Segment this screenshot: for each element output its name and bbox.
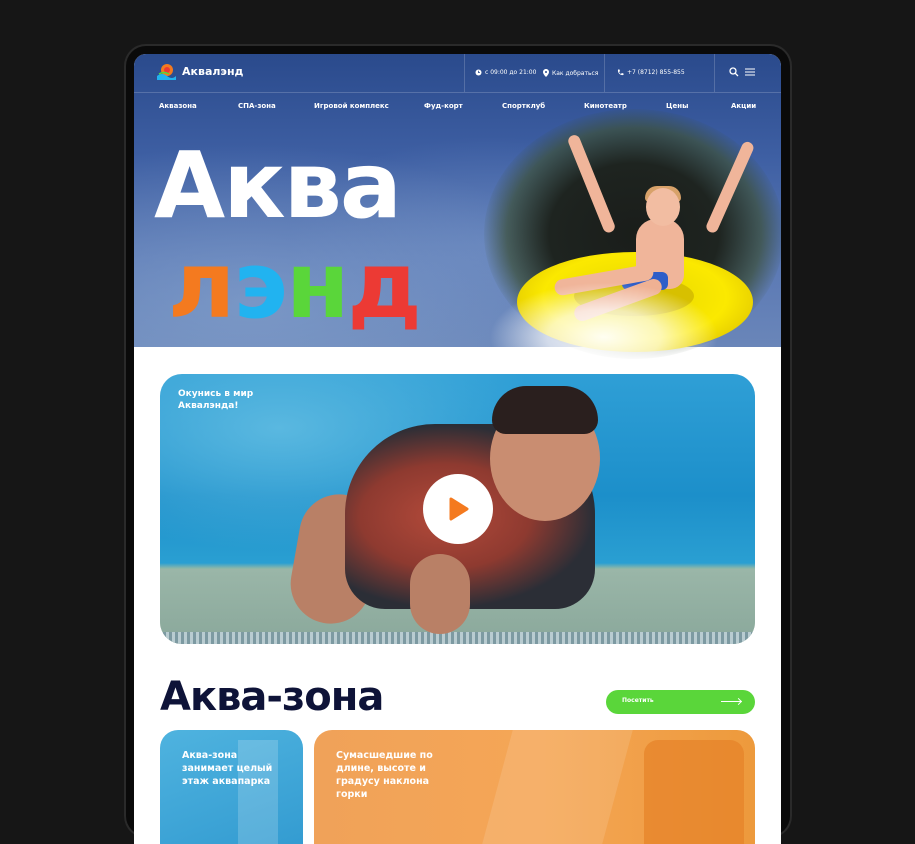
visit-button[interactable]: Посетить: [606, 690, 755, 714]
hero-letter: д: [347, 232, 422, 339]
video-caption: Окунись в мир Аквалэнда!: [178, 389, 254, 411]
brand-name[interactable]: Аквалэнд: [182, 65, 243, 78]
feature-card-text: Аква-зона занимает целый этаж аквапарка: [182, 750, 273, 787]
top-bar: Аквалэнд с 09:00 до 21:00 Как добраться …: [134, 54, 781, 93]
card-image-part: [475, 730, 633, 844]
hero-letter: н: [285, 232, 350, 339]
nav-item-promotions[interactable]: Акции: [731, 102, 756, 110]
phone-link[interactable]: +7 (8712) 855-855: [617, 69, 685, 76]
visit-button-label: Посетить: [622, 697, 654, 704]
hero-image-part: [646, 188, 680, 226]
divider: [714, 54, 715, 92]
video-image-part: [410, 554, 470, 634]
directions-text: Как добраться: [552, 69, 599, 77]
video-player[interactable]: Окунись в мир Аквалэнда!: [160, 374, 755, 644]
play-button[interactable]: [423, 474, 493, 544]
hours-info: с 09:00 до 21:00: [475, 69, 536, 76]
nav-item-aquazone[interactable]: Аквазона: [159, 102, 197, 110]
card-image-part: [644, 740, 744, 844]
hero-title-line1: Аква: [154, 132, 402, 239]
divider: [464, 54, 465, 92]
clock-icon: [475, 69, 482, 76]
nav-item-play-complex[interactable]: Игровой комплекс: [314, 102, 389, 110]
hours-text: с 09:00 до 21:00: [485, 69, 537, 76]
directions-link[interactable]: Как добраться: [543, 69, 598, 77]
feature-card[interactable]: Аква-зона занимает целый этаж аквапарка: [160, 730, 303, 844]
divider: [604, 54, 605, 92]
nav-item-spa[interactable]: СПА-зона: [238, 102, 276, 110]
video-image-part: [492, 386, 598, 434]
nav-item-prices[interactable]: Цены: [666, 102, 688, 110]
nav-item-sport-club[interactable]: Спортклуб: [502, 102, 545, 110]
hero-letter: э: [233, 232, 288, 339]
section-title: Аква-зона: [160, 674, 384, 720]
video-image-part: [160, 632, 755, 644]
logo-icon: [157, 64, 176, 80]
hero-title-line2: лэнд: [168, 232, 422, 339]
phone-text: +7 (8712) 855-855: [627, 69, 685, 76]
play-icon: [449, 497, 469, 521]
nav-item-food-court[interactable]: Фуд-корт: [424, 102, 463, 110]
arrow-right-icon: [721, 701, 741, 702]
page-screen: Аквалэнд с 09:00 до 21:00 Как добраться …: [134, 54, 781, 844]
search-icon[interactable]: [728, 66, 740, 78]
feature-card-text: Сумасшедшие по длине, высоте и градусу н…: [336, 750, 433, 800]
feature-card[interactable]: Сумасшедшие по длине, высоте и градусу н…: [314, 730, 755, 844]
phone-icon: [617, 69, 624, 76]
hero-letter: л: [168, 232, 235, 339]
menu-icon[interactable]: [744, 66, 756, 78]
location-pin-icon: [543, 69, 549, 77]
